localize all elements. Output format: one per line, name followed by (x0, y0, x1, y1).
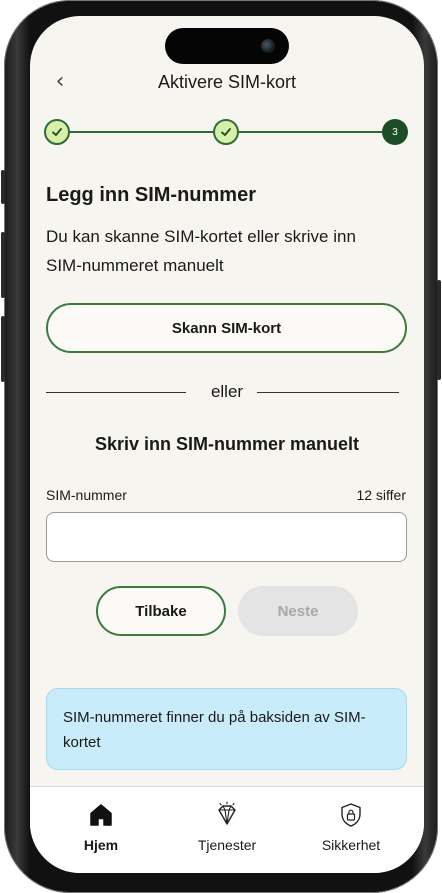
section-description: Du kan skanne SIM-kortet eller skrive in… (46, 227, 356, 275)
manual-entry-title: Skriv inn SIM-nummer manuelt (94, 434, 360, 454)
step-2-complete (213, 119, 239, 145)
diamond-icon (218, 801, 236, 825)
sim-number-input[interactable] (46, 512, 407, 562)
page-title: Aktivere SIM-kort (157, 72, 297, 92)
step-connector (68, 131, 216, 133)
volume-down-button (1, 316, 5, 382)
tab-home[interactable]: Hjem (36, 787, 166, 873)
shield-lock-icon (341, 803, 361, 827)
app-header: ‹ Aktivere SIM-kort (30, 68, 424, 98)
step-1-complete (44, 119, 70, 145)
step-3-current: 3 (382, 119, 408, 145)
phone-frame: ‹ Aktivere SIM-kort 3 Legg inn SIM-numme… (1, 0, 441, 893)
progress-stepper: 3 (44, 119, 408, 145)
tab-security-label: Sikkerhet (321, 837, 381, 853)
app-screen: ‹ Aktivere SIM-kort 3 Legg inn SIM-numme… (30, 16, 424, 873)
sim-number-hint: 12 siffer (356, 487, 406, 503)
info-box: SIM-nummeret finner du på baksiden av SI… (46, 688, 407, 770)
silent-switch (1, 170, 5, 204)
front-camera (261, 39, 275, 53)
power-button (437, 280, 441, 380)
dynamic-island (165, 28, 289, 64)
back-button[interactable]: Tilbake (96, 586, 226, 636)
next-button[interactable]: Neste (238, 586, 358, 636)
sim-number-label: SIM-nummer (46, 487, 127, 503)
tab-services[interactable]: Tjenester (162, 787, 292, 873)
scan-sim-button[interactable]: Skann SIM-kort (46, 303, 407, 353)
tab-home-label: Hjem (83, 837, 119, 853)
section-title: Legg inn SIM-nummer (46, 184, 256, 206)
home-icon (90, 804, 112, 826)
step-connector (236, 131, 384, 133)
tab-security[interactable]: Sikkerhet (286, 787, 416, 873)
volume-up-button (1, 232, 5, 298)
tab-services-label: Tjenester (197, 837, 257, 853)
divider-line-right (257, 392, 399, 393)
check-icon (221, 128, 231, 136)
bottom-tab-bar: Hjem Tjenester Sikkerhet (30, 786, 424, 873)
check-icon (52, 128, 62, 136)
